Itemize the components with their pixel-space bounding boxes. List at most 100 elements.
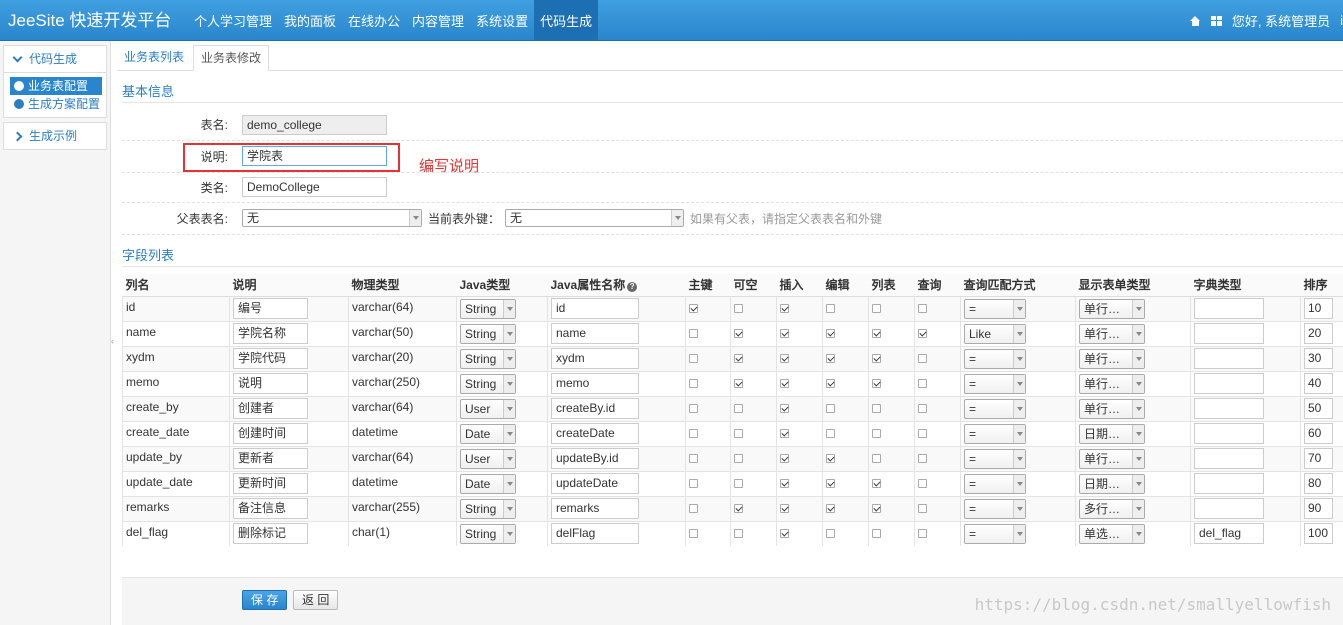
checkbox-pk[interactable] xyxy=(689,454,698,463)
comment-field[interactable]: 备注信息 xyxy=(233,498,308,519)
checkbox-nul[interactable] xyxy=(734,529,743,539)
comment-field[interactable]: 更新时间 xyxy=(233,473,308,494)
form-type-select[interactable]: 单行… xyxy=(1079,373,1145,394)
form-type-select[interactable]: 单行… xyxy=(1079,298,1145,319)
class-name-input[interactable]: DemoCollege xyxy=(242,177,387,197)
sidebar-item-table-config[interactable]: 业务表配置 xyxy=(10,77,102,95)
checkbox-nul[interactable] xyxy=(734,379,743,388)
comment-field[interactable]: 说明 xyxy=(233,373,308,394)
sort-input[interactable]: 50 xyxy=(1304,398,1333,419)
table-name-input[interactable]: demo_college xyxy=(242,115,387,135)
java-type-select[interactable]: String xyxy=(460,498,516,519)
dict-type-input[interactable] xyxy=(1194,323,1264,344)
java-field-input[interactable]: memo xyxy=(551,373,639,394)
checkbox-query[interactable] xyxy=(918,329,927,338)
checkbox-ins[interactable] xyxy=(780,429,789,438)
form-type-select[interactable]: 单行… xyxy=(1079,398,1145,419)
checkbox-edit[interactable] xyxy=(826,529,835,539)
checkbox-edit[interactable] xyxy=(826,354,835,363)
query-match-select[interactable]: = xyxy=(964,523,1026,544)
query-match-select[interactable]: = xyxy=(964,373,1026,394)
checkbox-query[interactable] xyxy=(918,354,927,363)
checkbox-pk[interactable] xyxy=(689,529,698,539)
checkbox-list[interactable] xyxy=(872,329,881,338)
checkbox-list[interactable] xyxy=(872,504,881,513)
checkbox-list[interactable] xyxy=(872,354,881,363)
form-type-select[interactable]: 单选… xyxy=(1079,523,1145,544)
form-type-select[interactable]: 多行… xyxy=(1079,498,1145,519)
java-field-input[interactable]: createBy.id xyxy=(551,398,639,419)
checkbox-ins[interactable] xyxy=(780,304,789,313)
java-type-select[interactable]: User xyxy=(460,448,516,469)
dict-type-input[interactable] xyxy=(1194,448,1264,469)
form-type-select[interactable]: 日期… xyxy=(1079,473,1145,494)
checkbox-pk[interactable] xyxy=(689,304,698,313)
checkbox-query[interactable] xyxy=(918,379,927,388)
query-match-select[interactable]: = xyxy=(964,473,1026,494)
user-greeting[interactable]: 您好, 系统管理员 xyxy=(1232,11,1330,30)
checkbox-list[interactable] xyxy=(872,379,881,388)
save-button[interactable]: 保 存 xyxy=(242,590,288,610)
checkbox-ins[interactable] xyxy=(780,479,789,488)
nav-item-content-management[interactable]: 内容管理 xyxy=(406,0,470,41)
checkbox-pk[interactable] xyxy=(689,404,698,413)
checkbox-ins[interactable] xyxy=(780,454,789,463)
tab-table-edit[interactable]: 业务表修改 xyxy=(193,45,270,71)
java-field-input[interactable]: name xyxy=(551,323,639,344)
dict-type-input[interactable] xyxy=(1194,373,1264,394)
java-type-select[interactable]: String xyxy=(460,323,516,344)
java-type-select[interactable]: String xyxy=(460,348,516,369)
nav-item-system-settings[interactable]: 系统设置 xyxy=(470,0,534,41)
form-type-select[interactable]: 日期… xyxy=(1079,423,1145,444)
comment-field[interactable]: 删除标记 xyxy=(233,523,308,545)
checkbox-ins[interactable] xyxy=(780,329,789,338)
back-button[interactable]: 返 回 xyxy=(293,590,339,610)
tab-table-list[interactable]: 业务表列表 xyxy=(117,45,191,71)
java-field-input[interactable]: updateDate xyxy=(551,473,639,494)
query-match-select[interactable]: = xyxy=(964,448,1026,469)
java-field-input[interactable]: updateBy.id xyxy=(551,448,639,469)
checkbox-query[interactable] xyxy=(918,479,927,488)
checkbox-nul[interactable] xyxy=(734,479,743,488)
java-type-select[interactable]: User xyxy=(460,398,516,419)
checkbox-query[interactable] xyxy=(918,404,927,413)
java-type-select[interactable]: String xyxy=(460,523,516,544)
nav-item-online-office[interactable]: 在线办公 xyxy=(342,0,406,41)
checkbox-ins[interactable] xyxy=(780,529,789,539)
checkbox-nul[interactable] xyxy=(734,354,743,363)
sort-input[interactable]: 80 xyxy=(1304,473,1333,494)
checkbox-nul[interactable] xyxy=(734,329,743,338)
sort-input[interactable]: 60 xyxy=(1304,423,1333,444)
form-type-select[interactable]: 单行… xyxy=(1079,448,1145,469)
checkbox-nul[interactable] xyxy=(734,429,743,438)
form-type-select[interactable]: 单行… xyxy=(1079,323,1145,344)
comment-field[interactable]: 学院代码 xyxy=(233,348,308,369)
checkbox-edit[interactable] xyxy=(826,429,835,438)
checkbox-ins[interactable] xyxy=(780,354,789,363)
checkbox-ins[interactable] xyxy=(780,379,789,388)
sort-input[interactable]: 40 xyxy=(1304,373,1333,394)
sort-input[interactable]: 20 xyxy=(1304,323,1333,344)
form-type-select[interactable]: 单行… xyxy=(1079,348,1145,369)
comment-field[interactable]: 更新者 xyxy=(233,448,308,469)
dict-type-input[interactable]: del_flag xyxy=(1194,523,1264,545)
checkbox-nul[interactable] xyxy=(734,504,743,513)
java-field-input[interactable]: xydm xyxy=(551,348,639,369)
query-match-select[interactable]: = xyxy=(964,498,1026,519)
sort-input[interactable]: 30 xyxy=(1304,348,1333,369)
checkbox-nul[interactable] xyxy=(734,404,743,413)
checkbox-query[interactable] xyxy=(918,304,927,313)
checkbox-ins[interactable] xyxy=(780,504,789,513)
java-field-input[interactable]: delFlag xyxy=(551,523,639,545)
checkbox-pk[interactable] xyxy=(689,379,698,388)
checkbox-list[interactable] xyxy=(872,429,881,438)
dict-type-input[interactable] xyxy=(1194,298,1264,319)
dict-type-input[interactable] xyxy=(1194,398,1264,419)
nav-item-code-generation[interactable]: 代码生成 xyxy=(534,0,599,41)
query-match-select[interactable]: Like xyxy=(964,323,1026,344)
sidebar-item-scheme-config[interactable]: 生成方案配置 xyxy=(10,95,102,113)
comment-field[interactable]: 学院名称 xyxy=(233,323,308,344)
checkbox-edit[interactable] xyxy=(826,404,835,413)
checkbox-edit[interactable] xyxy=(826,329,835,338)
sort-input[interactable]: 100 xyxy=(1304,523,1333,545)
